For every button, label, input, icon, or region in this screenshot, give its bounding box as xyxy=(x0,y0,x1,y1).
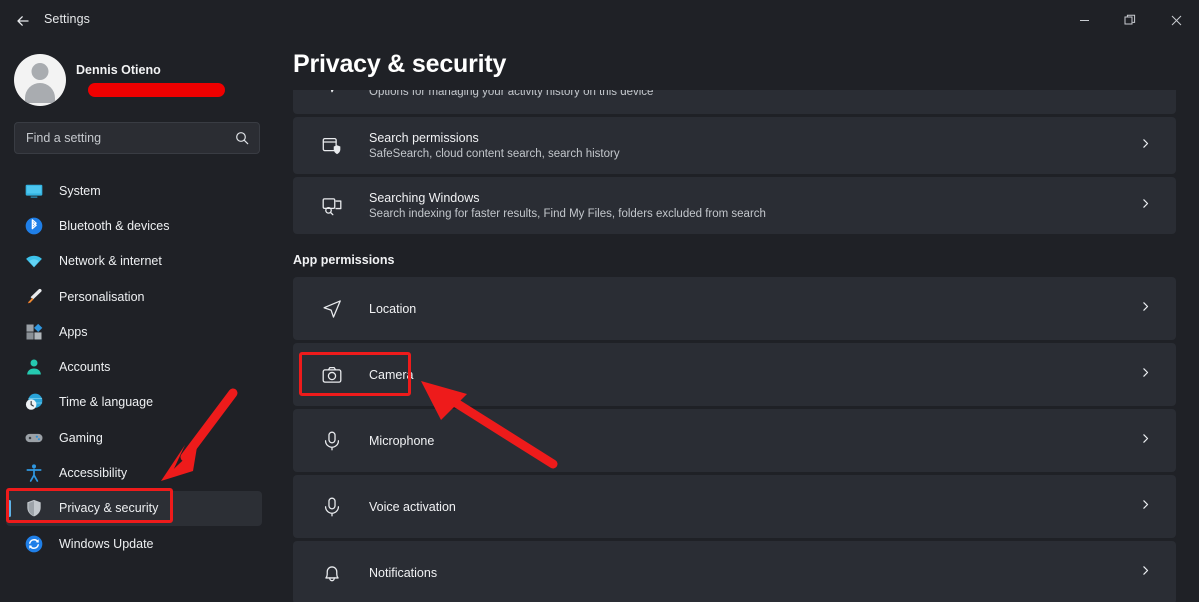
permission-row-microphone[interactable]: Microphone xyxy=(293,409,1176,472)
account-name: Dennis Otieno xyxy=(76,63,161,77)
row-subtitle: Search indexing for faster results, Find… xyxy=(369,207,766,220)
sidebar-item-accessibility[interactable]: Accessibility xyxy=(6,455,262,490)
chevron-right-icon xyxy=(1139,432,1152,450)
settings-rows: Options for managing your activity histo… xyxy=(276,40,1199,602)
row-subtitle: SafeSearch, cloud content search, search… xyxy=(369,147,620,160)
page-title: Privacy & security xyxy=(293,50,507,78)
minimize-icon[interactable] xyxy=(1061,0,1107,40)
sidebar-item-label: Privacy & security xyxy=(59,501,159,516)
chevron-right-icon xyxy=(1139,300,1152,318)
sidebar-item-label: Time & language xyxy=(59,395,154,410)
account-icon xyxy=(24,357,44,377)
permission-row-camera[interactable]: Camera xyxy=(293,343,1176,406)
sidebar-item-label: Network & internet xyxy=(59,254,162,269)
search-placeholder: Find a setting xyxy=(26,131,102,145)
sidebar-item-label: Windows Update xyxy=(59,536,154,551)
sidebar-item-windows-update[interactable]: Windows Update xyxy=(6,526,262,561)
search-input[interactable]: Find a setting xyxy=(14,122,260,154)
row-title: Searching Windows xyxy=(369,190,480,205)
row-title: Camera xyxy=(369,367,414,382)
close-icon[interactable] xyxy=(1153,0,1199,40)
accessibility-icon xyxy=(24,463,44,483)
wifi-icon xyxy=(24,251,44,271)
settings-row-searching-windows[interactable]: Searching Windows Search indexing for fas… xyxy=(293,177,1176,234)
search-permissions-icon xyxy=(320,134,344,158)
settings-window: Settings Dennis Otieno Find a setting Sy… xyxy=(0,0,1199,602)
chevron-right-icon xyxy=(1139,366,1152,384)
sidebar-item-label: Bluetooth & devices xyxy=(59,218,170,233)
paintbrush-icon xyxy=(24,287,44,307)
chevron-right-icon xyxy=(1139,197,1152,215)
shield-icon xyxy=(24,498,44,518)
account-email-redaction xyxy=(88,83,225,97)
permission-row-location[interactable]: Location xyxy=(293,277,1176,340)
row-title: Notifications xyxy=(369,565,438,580)
row-title: Search permissions xyxy=(369,130,479,145)
sidebar-item-label: Accessibility xyxy=(59,466,128,481)
sidebar-item-label: System xyxy=(59,183,101,198)
restore-icon[interactable] xyxy=(1107,0,1153,40)
sidebar-item-personalisation[interactable]: Personalisation xyxy=(6,279,262,314)
settings-row-search-permissions[interactable]: Search permissions SafeSearch, cloud cont… xyxy=(293,117,1176,174)
update-icon xyxy=(24,534,44,554)
sidebar-nav: System Bluetooth & devices Network & inter… xyxy=(0,173,276,561)
chevron-right-icon xyxy=(1139,137,1152,155)
clock-globe-icon xyxy=(24,392,44,412)
sidebar: Dennis Otieno Find a setting System Bluet… xyxy=(0,40,276,602)
sidebar-item-bluetooth-devices[interactable]: Bluetooth & devices xyxy=(6,208,262,243)
row-title: Location xyxy=(369,301,417,316)
sidebar-item-label: Accounts xyxy=(59,360,111,375)
permission-row-notifications[interactable]: Notifications xyxy=(293,541,1176,602)
camera-icon xyxy=(320,363,344,387)
location-icon xyxy=(320,297,344,321)
sidebar-item-privacy-security[interactable]: Privacy & security xyxy=(6,490,262,526)
content-area: Privacy & security Options for managing … xyxy=(276,40,1199,602)
sidebar-item-label: Gaming xyxy=(59,430,103,445)
search-icon xyxy=(235,131,249,150)
chevron-right-icon xyxy=(1139,498,1152,516)
account-block[interactable]: Dennis Otieno xyxy=(14,51,264,109)
chevron-right-icon xyxy=(1139,564,1152,582)
person-avatar-icon xyxy=(14,54,66,106)
section-title-app-permissions: App permissions xyxy=(293,253,395,267)
sidebar-item-apps[interactable]: Apps xyxy=(6,314,262,349)
sidebar-item-label: Apps xyxy=(59,324,88,339)
permission-row-voice-activation[interactable]: Voice activation xyxy=(293,475,1176,538)
row-title: Microphone xyxy=(369,433,435,448)
back-arrow-icon[interactable] xyxy=(10,8,36,34)
settings-row-activity-history[interactable]: Options for managing your activity histo… xyxy=(293,83,1176,114)
bell-icon xyxy=(320,561,344,585)
title-bar: Settings xyxy=(0,0,1199,40)
row-title: Voice activation xyxy=(369,499,456,514)
window-controls xyxy=(1061,0,1199,40)
sidebar-item-gaming[interactable]: Gaming xyxy=(6,420,262,455)
app-title: Settings xyxy=(44,12,90,26)
gamepad-icon xyxy=(24,428,44,448)
sidebar-item-accounts[interactable]: Accounts xyxy=(6,349,262,384)
sidebar-item-label: Personalisation xyxy=(59,289,145,304)
apps-icon xyxy=(24,322,44,342)
sidebar-item-network-internet[interactable]: Network & internet xyxy=(6,244,262,279)
searching-windows-icon xyxy=(320,194,344,218)
bluetooth-icon xyxy=(24,216,44,236)
voice-icon xyxy=(320,495,344,519)
sidebar-item-time-language[interactable]: Time & language xyxy=(6,385,262,420)
microphone-icon xyxy=(320,429,344,453)
sidebar-item-system[interactable]: System xyxy=(6,173,262,208)
monitor-icon xyxy=(24,181,44,201)
